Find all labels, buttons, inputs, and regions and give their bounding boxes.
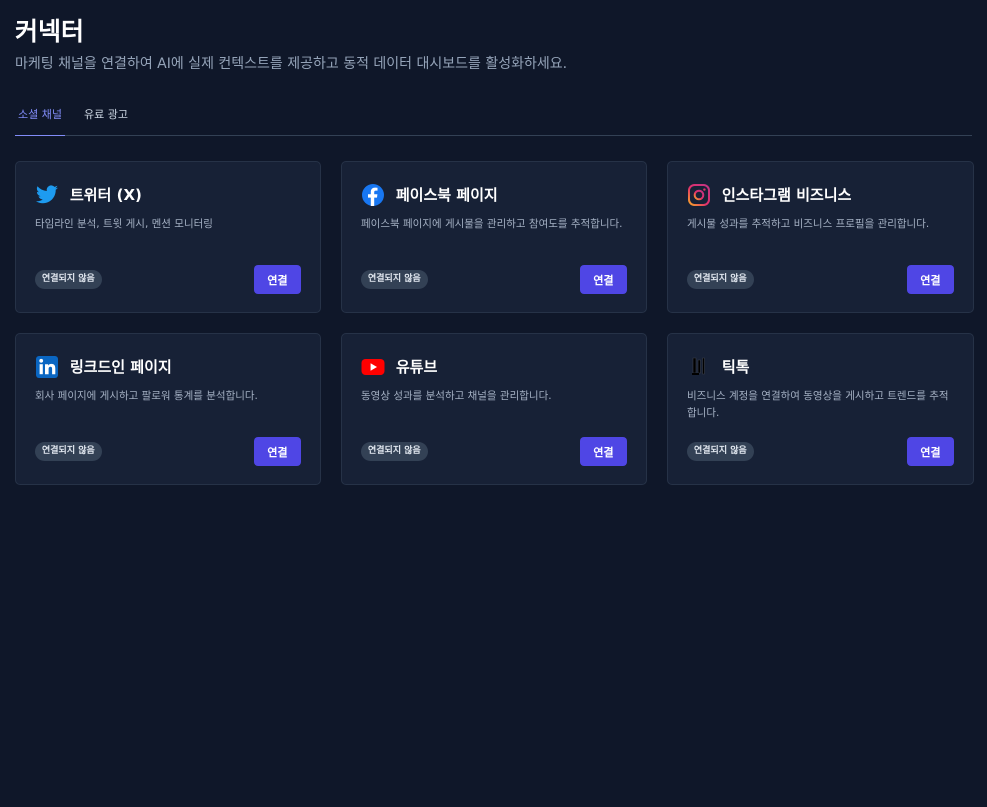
connector-name: 링크드인 페이지: [70, 358, 172, 376]
connect-tiktok-button[interactable]: 연결: [907, 437, 954, 466]
connector-name: 페이스북 페이지: [396, 186, 498, 204]
status-badge: 연결되지 않음: [35, 442, 102, 461]
connector-card-linkedin: 링크드인 페이지 회사 페이지에 게시하고 팔로워 통계를 분석합니다. 연결되…: [15, 333, 321, 485]
connectors-page: 커넥터 마케팅 채널을 연결하여 AI에 실제 컨텍스트를 제공하고 동적 데이…: [0, 0, 987, 807]
page-subtitle: 마케팅 채널을 연결하여 AI에 실제 컨텍스트를 제공하고 동적 데이터 대시…: [15, 56, 568, 72]
connector-name: 트위터 (X): [70, 186, 142, 204]
status-badge: 연결되지 않음: [361, 270, 428, 289]
connector-description: 페이스북 페이지에 게시물을 관리하고 참여도를 추적합니다.: [361, 218, 623, 230]
tab-bar: 소셜 채널 유료 광고: [15, 98, 972, 136]
page-title: 커넥터: [15, 17, 85, 46]
tab-social-channels[interactable]: 소셜 채널: [15, 98, 65, 136]
facebook-icon: [361, 183, 385, 207]
connect-linkedin-button[interactable]: 연결: [254, 437, 301, 466]
instagram-icon: [687, 183, 711, 207]
status-badge: 연결되지 않음: [35, 270, 102, 289]
connector-name: 인스타그램 비즈니스: [722, 186, 852, 204]
connector-description: 게시물 성과를 추적하고 비즈니스 프로필을 관리합니다.: [687, 218, 930, 230]
connector-grid: 트위터 (X) 타임라인 분석, 트윗 게시, 멘션 모니터링 연결되지 않음 …: [15, 161, 974, 485]
connector-card-instagram: 인스타그램 비즈니스 게시물 성과를 추적하고 비즈니스 프로필을 관리합니다.…: [667, 161, 974, 313]
linkedin-icon: [35, 355, 59, 379]
youtube-icon: [361, 355, 385, 379]
connector-name: 유튜브: [396, 358, 438, 376]
status-badge: 연결되지 않음: [361, 442, 428, 461]
tab-paid-ads[interactable]: 유료 광고: [81, 98, 131, 135]
twitter-icon: [35, 183, 59, 207]
connector-card-youtube: 유튜브 동영상 성과를 분석하고 채널을 관리합니다. 연결되지 않음 연결: [341, 333, 647, 485]
status-badge: 연결되지 않음: [687, 442, 754, 461]
status-badge: 연결되지 않음: [687, 270, 754, 289]
connector-description: 동영상 성과를 분석하고 채널을 관리합니다.: [361, 390, 552, 402]
connector-card-tiktok: 틱톡 비즈니스 계정을 연결하여 동영상을 게시하고 트렌드를 추적합니다. 연…: [667, 333, 974, 485]
connect-facebook-button[interactable]: 연결: [580, 265, 627, 294]
connect-instagram-button[interactable]: 연결: [907, 265, 954, 294]
connector-card-twitter: 트위터 (X) 타임라인 분석, 트윗 게시, 멘션 모니터링 연결되지 않음 …: [15, 161, 321, 313]
connector-description: 회사 페이지에 게시하고 팔로워 통계를 분석합니다.: [35, 390, 258, 402]
tiktok-icon: [687, 355, 711, 379]
connector-card-facebook: 페이스북 페이지 페이스북 페이지에 게시물을 관리하고 참여도를 추적합니다.…: [341, 161, 647, 313]
connector-description: 타임라인 분석, 트윗 게시, 멘션 모니터링: [35, 218, 213, 230]
connect-twitter-button[interactable]: 연결: [254, 265, 301, 294]
connector-name: 틱톡: [722, 358, 750, 376]
connect-youtube-button[interactable]: 연결: [580, 437, 627, 466]
connector-description: 비즈니스 계정을 연결하여 동영상을 게시하고 트렌드를 추적합니다.: [687, 390, 949, 419]
